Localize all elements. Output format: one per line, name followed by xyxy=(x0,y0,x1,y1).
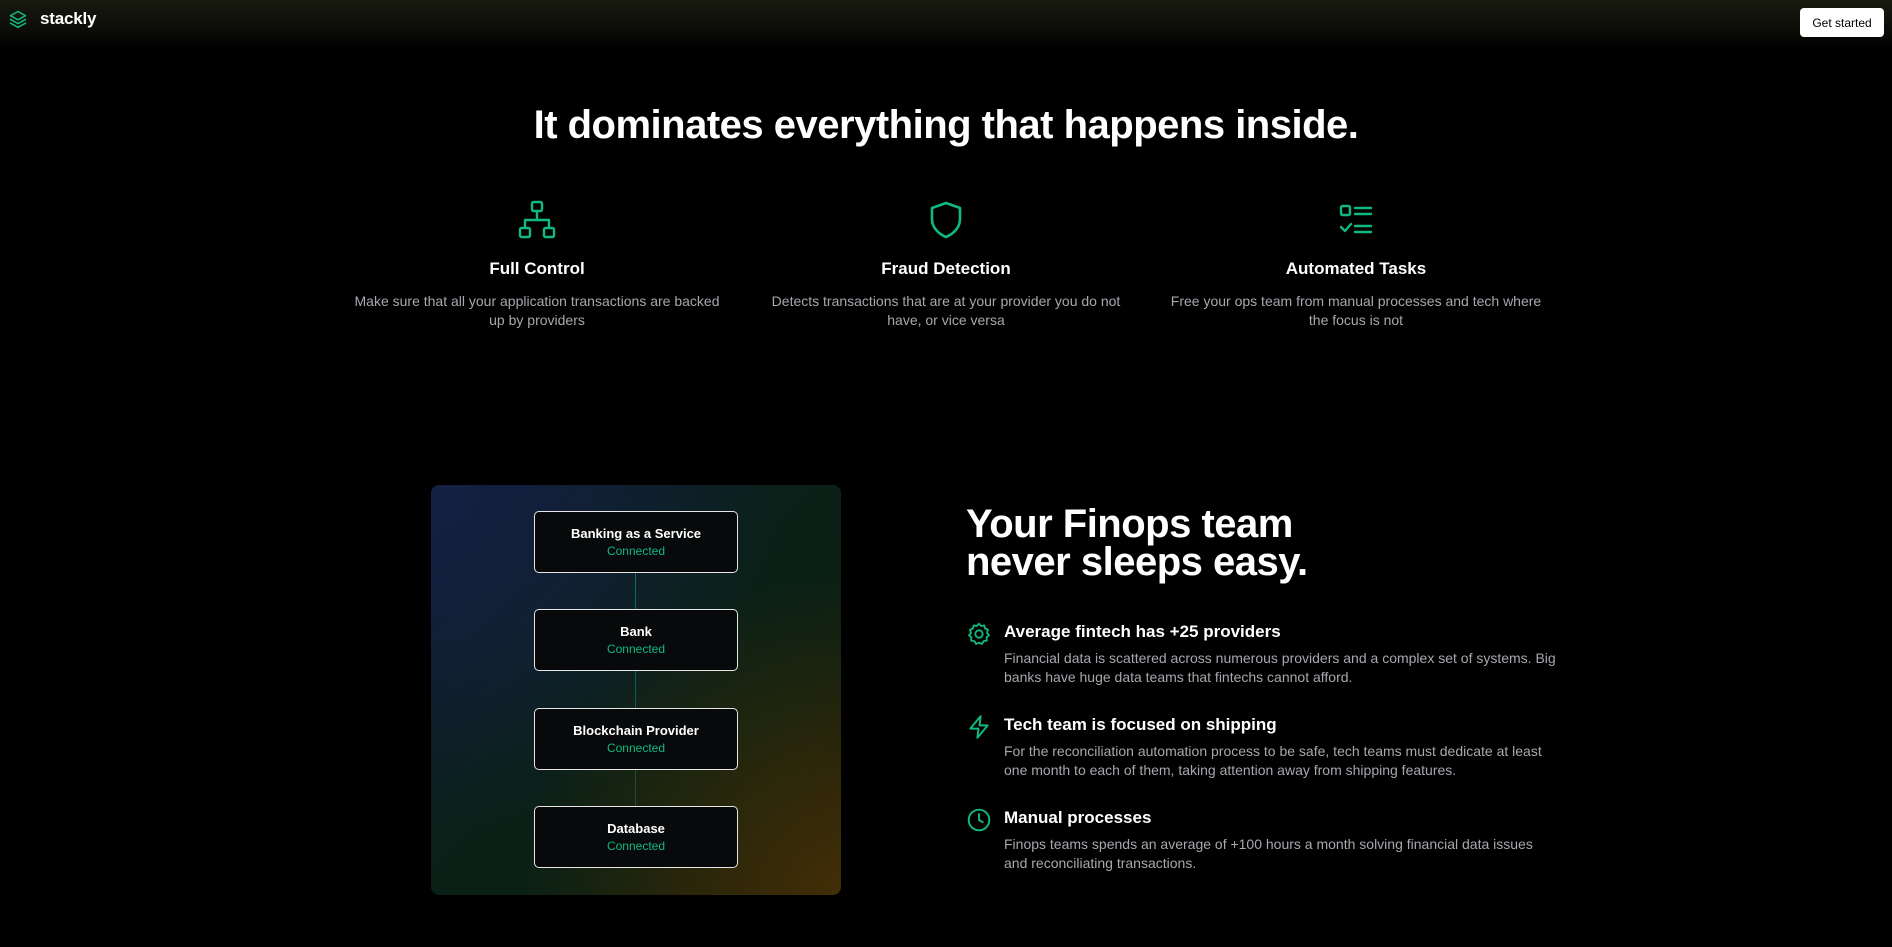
point-title: Tech team is focused on shipping xyxy=(1004,715,1277,734)
node-name: Banking as a Service xyxy=(570,526,702,541)
feature-full-control: Full Control Make sure that all your app… xyxy=(345,200,729,330)
feature-title: Fraud Detection xyxy=(881,259,1011,278)
feature-title: Automated Tasks xyxy=(1285,259,1427,278)
node-status: Connected xyxy=(606,544,666,558)
lightning-icon xyxy=(969,715,989,739)
clock-icon xyxy=(967,808,991,832)
hero-title: It dominates everything that happens ins… xyxy=(533,103,1359,147)
point-text: Finops teams spends an average of +100 h… xyxy=(1004,836,1533,871)
node-status: Connected xyxy=(606,642,666,656)
point-providers: Average fintech has +25 providers Financ… xyxy=(966,621,1556,687)
node-name: Blockchain Provider xyxy=(573,723,699,738)
point-title: Average fintech has +25 providers xyxy=(1004,622,1281,641)
node-bank: Bank Connected xyxy=(534,609,738,671)
node-database: Database Connected xyxy=(534,806,738,868)
node-name: Bank xyxy=(620,624,652,639)
brand-name: stackly xyxy=(40,9,97,28)
node-banking-as-a-service: Banking as a Service Connected xyxy=(534,511,738,573)
point-text: For the reconciliation automation proces… xyxy=(1004,743,1542,778)
node-name: Database xyxy=(607,821,665,836)
node-status: Connected xyxy=(606,741,666,755)
gear-icon xyxy=(968,622,990,645)
layers-icon xyxy=(9,10,27,29)
connector-line xyxy=(635,545,636,845)
node-status: Connected xyxy=(606,839,666,853)
finops-title: Your Finops team never sleeps easy. xyxy=(966,504,1466,584)
node-blockchain-provider: Blockchain Provider Connected xyxy=(534,708,738,770)
point-tech-team: Tech team is focused on shipping For the… xyxy=(966,714,1556,780)
point-title: Manual processes xyxy=(1004,808,1152,827)
brand-logo[interactable]: stackly xyxy=(8,9,96,29)
checklist-icon xyxy=(1339,204,1373,234)
top-navbar: stackly Get started xyxy=(0,0,1892,48)
get-started-button[interactable]: Get started xyxy=(1800,8,1884,37)
feature-text: Detects transactions that are at your pr… xyxy=(771,293,1121,328)
point-manual-processes: Manual processes Finops teams spends an … xyxy=(966,807,1556,873)
finops-title-line-2: never sleeps easy. xyxy=(966,540,1308,584)
feature-text: Make sure that all your application tran… xyxy=(354,293,720,328)
point-text: Financial data is scattered across numer… xyxy=(1004,650,1556,685)
feature-automated-tasks: Automated Tasks Free your ops team from … xyxy=(1164,200,1548,330)
integrations-diagram: Banking as a Service Connected Bank Conn… xyxy=(431,485,841,895)
shield-icon xyxy=(930,201,962,239)
sitemap-icon xyxy=(518,200,556,239)
feature-title: Full Control xyxy=(489,259,585,278)
feature-text: Free your ops team from manual processes… xyxy=(1170,293,1542,328)
feature-fraud-detection: Fraud Detection Detects transactions tha… xyxy=(754,200,1138,330)
